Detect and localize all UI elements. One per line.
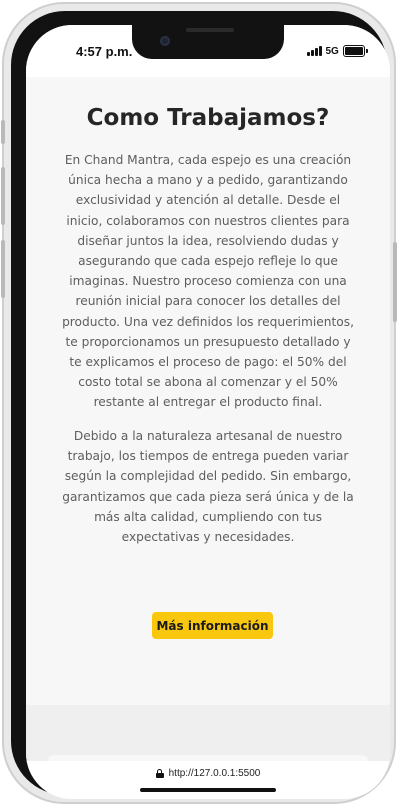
status-bar: 4:57 p.m. 5G [26,25,390,77]
phone-frame: 4:57 p.m. 5G Como Trabajamos? En Chand M… [1,2,397,804]
home-indicator[interactable] [140,788,276,792]
silent-switch [1,120,5,144]
volume-up-button [1,167,5,225]
phone-bezel: 4:57 p.m. 5G Como Trabajamos? En Chand M… [11,11,390,799]
status-indicators: 5G [307,45,368,57]
browser-url-bar[interactable]: http://127.0.0.1:5500 [26,761,390,799]
speaker-grille [186,28,234,32]
notch [132,25,284,59]
lock-icon [155,769,164,778]
intro-paragraph: En Chand Mantra, cada espejo es una crea… [62,153,354,410]
delivery-paragraph: Debido a la naturaleza artesanal de nues… [62,429,354,545]
signal-icon [307,46,322,56]
screen: 4:57 p.m. 5G Como Trabajamos? En Chand M… [26,25,390,799]
more-info-button[interactable]: Más información [152,612,273,639]
camera-icon [160,36,170,46]
url-text[interactable]: http://127.0.0.1:5500 [169,768,261,779]
main-content: Como Trabajamos? En Chand Mantra, cada e… [26,77,390,705]
section-title: Como Trabajamos? [86,105,330,131]
status-time: 4:57 p.m. [76,44,133,59]
volume-down-button [1,240,5,298]
power-button [393,242,397,322]
battery-icon [342,45,368,57]
network-label: 5G [325,45,339,57]
